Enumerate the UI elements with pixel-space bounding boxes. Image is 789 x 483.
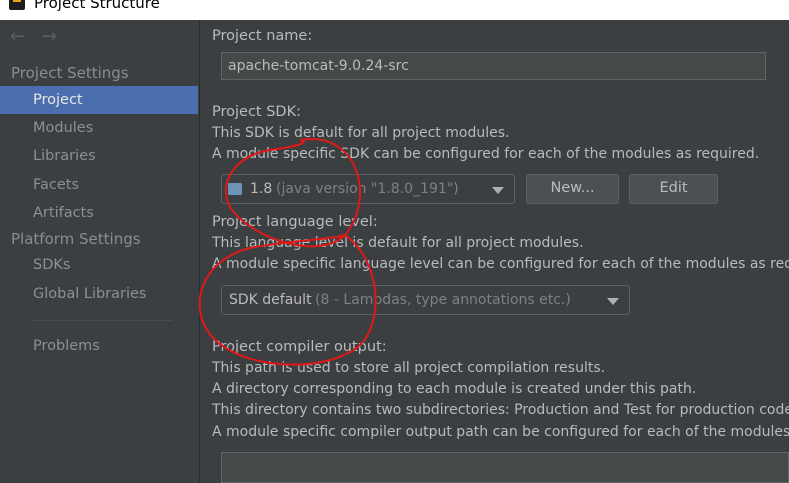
sidebar-item-artifacts[interactable]: Artifacts — [0, 199, 198, 227]
title-bar: Project Structure — [0, 0, 789, 20]
chevron-down-icon — [492, 187, 504, 194]
language-level-label: Project language level: — [212, 214, 378, 230]
sidebar: ← → Project Settings Project Modules Lib… — [0, 20, 200, 483]
new-sdk-button[interactable]: New... — [526, 174, 619, 204]
edit-sdk-button[interactable]: Edit — [629, 174, 718, 204]
compiler-output-label: Project compiler output: — [212, 339, 387, 355]
sdk-version-detail: (java version "1.8.0_191") — [276, 181, 459, 197]
language-level-detail: (8 - Lambdas, type annotations etc.) — [315, 292, 571, 308]
sidebar-item-project[interactable]: Project — [0, 86, 198, 114]
project-sdk-label: Project SDK: — [212, 104, 301, 120]
sidebar-item-modules[interactable]: Modules — [0, 114, 198, 142]
compiler-output-description-1: This path is used to store all project c… — [212, 360, 606, 376]
language-level-dropdown[interactable]: SDK default (8 - Lambdas, type annotatio… — [221, 285, 630, 315]
group-platform-settings: Platform Settings — [11, 230, 141, 248]
project-name-field[interactable]: apache-tomcat-9.0.24-src — [221, 52, 766, 80]
intellij-app-icon — [9, 0, 25, 10]
compiler-output-description-3: This directory contains two subdirectori… — [212, 402, 789, 418]
jdk-folder-icon — [228, 183, 242, 195]
forward-arrow-icon[interactable]: → — [42, 26, 57, 47]
window-title: Project Structure — [34, 0, 160, 12]
compiler-output-description-2: A directory corresponding to each module… — [212, 381, 697, 397]
compiler-output-description-4: A module specific compiler output path c… — [212, 424, 789, 440]
sdk-description-2: A module specific SDK can be configured … — [212, 146, 760, 162]
project-name-label: Project name: — [212, 28, 313, 44]
sdk-description-1: This SDK is default for all project modu… — [212, 125, 510, 141]
language-level-description-2: A module specific language level can be … — [212, 256, 789, 272]
language-level-value: SDK default — [229, 292, 312, 308]
sidebar-item-problems[interactable]: Problems — [0, 332, 198, 360]
sdk-version: 1.8 — [250, 181, 273, 197]
sidebar-item-global-libraries[interactable]: Global Libraries — [0, 280, 198, 308]
sidebar-item-sdks[interactable]: SDKs — [0, 251, 198, 279]
back-arrow-icon[interactable]: ← — [10, 26, 25, 47]
sdk-dropdown[interactable]: 1.8 (java version "1.8.0_191") — [221, 174, 515, 204]
sidebar-item-libraries[interactable]: Libraries — [0, 142, 198, 170]
group-project-settings: Project Settings — [11, 64, 129, 82]
sidebar-item-facets[interactable]: Facets — [0, 171, 198, 199]
sidebar-divider — [33, 320, 173, 321]
compiler-output-path-field[interactable] — [221, 452, 789, 483]
chevron-down-icon — [607, 298, 619, 305]
language-level-description-1: This language level is default for all p… — [212, 235, 584, 251]
project-settings-panel: Project name: apache-tomcat-9.0.24-src P… — [200, 20, 789, 483]
